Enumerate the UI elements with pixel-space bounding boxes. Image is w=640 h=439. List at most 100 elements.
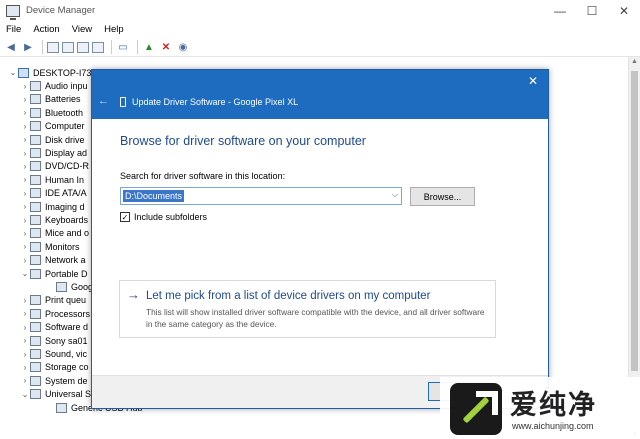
collapsed-chevron-icon[interactable]: › — [20, 350, 30, 359]
tree-category-item[interactable]: › DVD/CD-R — [20, 160, 89, 173]
expanded-chevron-icon[interactable]: ⌄ — [20, 269, 30, 278]
include-subfolders-row[interactable]: ✓ Include subfolders — [120, 212, 207, 222]
collapsed-chevron-icon[interactable]: › — [20, 336, 30, 345]
back-arrow-icon[interactable]: ← — [98, 95, 109, 107]
expanded-chevron-icon[interactable]: ⌄ — [20, 390, 30, 399]
collapsed-chevron-icon[interactable]: › — [20, 162, 30, 171]
disable-device-icon[interactable]: ◉ — [176, 40, 190, 54]
tree-item-label[interactable]: Mice and o — [45, 228, 89, 238]
tree-item-label[interactable]: Processors — [45, 309, 90, 319]
collapsed-chevron-icon[interactable]: › — [20, 309, 30, 318]
collapsed-chevron-icon[interactable]: › — [20, 95, 30, 104]
tree-category-item[interactable]: › Sound, vic — [20, 347, 87, 360]
menu-file[interactable]: File — [6, 24, 21, 35]
tree-category-item[interactable]: › Batteries — [20, 93, 81, 106]
menu-view[interactable]: View — [72, 24, 92, 35]
collapsed-chevron-icon[interactable]: › — [20, 242, 30, 251]
tree-category-item[interactable]: › Computer — [20, 120, 85, 133]
tree-category-item[interactable]: › Sony sa01 — [20, 334, 88, 347]
tree-category-item[interactable]: › Storage co — [20, 361, 89, 374]
pick-from-list-title[interactable]: Let me pick from a list of device driver… — [146, 290, 430, 302]
tree-category-item[interactable]: › Print queu — [20, 294, 86, 307]
scan-hardware-icon[interactable]: ▭ — [116, 40, 130, 54]
tree-item-label[interactable]: Print queu — [45, 295, 86, 305]
minimize-button[interactable]: — — [544, 0, 576, 21]
tree-category-item[interactable]: › Display ad — [20, 146, 87, 159]
tree-item-label[interactable]: Portable D — [45, 269, 88, 279]
tree-item-label[interactable]: Keyboards — [45, 215, 88, 225]
driver-path-value[interactable]: D:\Documents — [123, 190, 185, 202]
pick-from-list-option[interactable]: → Let me pick from a list of device driv… — [119, 280, 496, 338]
chevron-down-icon[interactable]: ⌵ — [392, 190, 398, 200]
forward-icon[interactable]: ▶ — [21, 40, 35, 54]
collapsed-chevron-icon[interactable]: › — [20, 296, 30, 305]
tree-category-item[interactable]: ⌄ Portable D — [20, 267, 88, 280]
tree-category-item[interactable]: › Audio inpu — [20, 79, 88, 92]
tree-item-label[interactable]: Sound, vic — [45, 349, 87, 359]
tree-category-item[interactable]: › Human In — [20, 173, 84, 186]
collapsed-chevron-icon[interactable]: › — [20, 202, 30, 211]
tree-category-item[interactable]: › Disk drive — [20, 133, 85, 146]
collapsed-chevron-icon[interactable]: › — [20, 82, 30, 91]
collapsed-chevron-icon[interactable]: › — [20, 363, 30, 372]
uninstall-icon[interactable]: ✕ — [159, 40, 173, 54]
tree-item-label[interactable]: Storage co — [45, 362, 89, 372]
tree-item-label[interactable]: Batteries — [45, 94, 81, 104]
tree-item-label[interactable]: Software d — [45, 322, 88, 332]
scroll-up-icon[interactable]: ▲ — [629, 58, 640, 65]
collapsed-chevron-icon[interactable]: › — [20, 175, 30, 184]
tree-item-label[interactable]: Bluetooth — [45, 108, 83, 118]
tree-item-label[interactable]: Universal S — [45, 389, 91, 399]
tree-category-item[interactable]: › Network a — [20, 254, 86, 267]
tree-category-item[interactable]: › Monitors — [20, 240, 80, 253]
include-subfolders-checkbox[interactable]: ✓ — [120, 212, 130, 222]
collapsed-chevron-icon[interactable]: › — [20, 122, 30, 131]
tree-category-item[interactable]: ⌄ Universal S — [20, 388, 91, 401]
scrollbar-thumb[interactable] — [631, 71, 638, 371]
include-subfolders-label[interactable]: Include subfolders — [134, 212, 207, 222]
tree-item-label[interactable]: Human In — [45, 175, 84, 185]
tree-item-label[interactable]: Network a — [45, 255, 86, 265]
collapsed-chevron-icon[interactable]: › — [20, 229, 30, 238]
menu-help[interactable]: Help — [104, 24, 124, 35]
browse-button[interactable]: Browse... — [410, 187, 475, 206]
collapsed-chevron-icon[interactable]: › — [20, 108, 30, 117]
tree-category-item[interactable]: › Imaging d — [20, 200, 85, 213]
show-hide-console-tree-icon[interactable] — [47, 41, 59, 53]
driver-path-combobox[interactable]: D:\Documents ⌵ — [120, 187, 402, 205]
tree-item-label[interactable]: Monitors — [45, 242, 80, 252]
tree-item-label[interactable]: Disk drive — [45, 135, 85, 145]
collapsed-chevron-icon[interactable]: › — [20, 256, 30, 265]
tree-category-item[interactable]: › Keyboards — [20, 213, 88, 226]
collapsed-chevron-icon[interactable]: › — [20, 149, 30, 158]
help-icon[interactable] — [77, 41, 89, 53]
tree-category-item[interactable]: › Bluetooth — [20, 106, 83, 119]
collapsed-chevron-icon[interactable]: › — [20, 376, 30, 385]
maximize-button[interactable]: ☐ — [576, 0, 608, 21]
action-pane-icon[interactable] — [92, 41, 104, 53]
back-icon[interactable]: ◀ — [4, 40, 18, 54]
collapsed-chevron-icon[interactable]: › — [20, 135, 30, 144]
tree-category-item[interactable]: › System de — [20, 374, 88, 387]
expanded-chevron-icon[interactable]: ⌄ — [8, 68, 18, 77]
tree-category-item[interactable]: › IDE ATA/A — [20, 187, 87, 200]
dialog-close-button[interactable]: ✕ — [528, 74, 538, 88]
tree-category-item[interactable]: › Mice and o — [20, 227, 89, 240]
tree-item-label[interactable]: Audio inpu — [45, 81, 88, 91]
tree-item-label[interactable]: Display ad — [45, 148, 87, 158]
tree-item-label[interactable]: DVD/CD-R — [45, 161, 89, 171]
close-button[interactable]: ✕ — [608, 0, 640, 21]
tree-item-label[interactable]: Sony sa01 — [45, 336, 88, 346]
menu-action[interactable]: Action — [33, 24, 59, 35]
collapsed-chevron-icon[interactable]: › — [20, 189, 30, 198]
tree-item-label[interactable]: System de — [45, 376, 88, 386]
collapsed-chevron-icon[interactable]: › — [20, 323, 30, 332]
collapsed-chevron-icon[interactable]: › — [20, 216, 30, 225]
tree-category-item[interactable]: › Software d — [20, 321, 88, 334]
properties-icon[interactable] — [62, 41, 74, 53]
tree-item-label[interactable]: Imaging d — [45, 202, 85, 212]
update-driver-icon[interactable]: ▲ — [142, 40, 156, 54]
tree-item-label[interactable]: Computer — [45, 121, 85, 131]
tree-item-label[interactable]: IDE ATA/A — [45, 188, 87, 198]
tree-category-item[interactable]: › Processors — [20, 307, 90, 320]
